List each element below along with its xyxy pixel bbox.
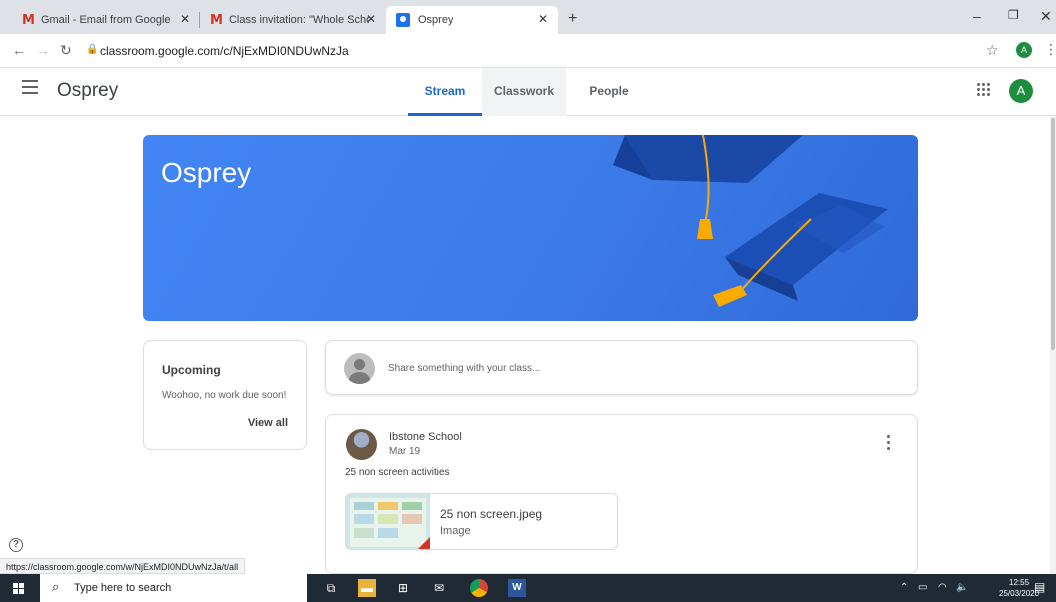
taskbar-search[interactable]: ⌕ Type here to search bbox=[40, 574, 307, 602]
close-tab-icon[interactable]: ✕ bbox=[538, 12, 548, 26]
store-icon[interactable]: ⊞ bbox=[394, 579, 412, 597]
volume-icon[interactable]: 🔈 bbox=[956, 582, 968, 593]
main-menu-icon[interactable] bbox=[22, 80, 38, 98]
scrollbar-thumb[interactable] bbox=[1051, 118, 1055, 350]
class-banner: Osprey bbox=[143, 135, 918, 321]
address-bar-row: ← → ↻ 🔒 classroom.google.com/c/NjExMDI0N… bbox=[0, 34, 1056, 68]
mail-icon[interactable]: ✉ bbox=[430, 579, 448, 597]
windows-taskbar: ⌕ Type here to search ⧉ ▬ ⊞ ✉ W ⌃ ▭ ◠ 🔈 … bbox=[0, 574, 1056, 602]
notifications-icon[interactable]: ▤ bbox=[1034, 580, 1045, 594]
chrome-icon[interactable] bbox=[470, 579, 488, 597]
view-all-link[interactable]: View all bbox=[248, 417, 288, 429]
back-icon[interactable]: ← bbox=[12, 42, 26, 58]
classroom-header: Osprey Stream Classwork People A bbox=[0, 68, 1056, 116]
tab-classwork[interactable]: Classwork bbox=[482, 68, 566, 116]
lock-icon: 🔒 bbox=[86, 44, 99, 55]
share-placeholder: Share something with your class... bbox=[388, 363, 541, 374]
reload-icon[interactable]: ↻ bbox=[60, 42, 72, 59]
close-tab-icon[interactable]: ✕ bbox=[180, 12, 190, 26]
search-icon: ⌕ bbox=[52, 579, 60, 594]
wifi-icon[interactable]: ◠ bbox=[938, 582, 947, 593]
upcoming-heading: Upcoming bbox=[162, 363, 221, 377]
forward-icon[interactable]: → bbox=[36, 42, 50, 58]
post-date: Mar 19 bbox=[389, 446, 421, 457]
taskbar-search-placeholder: Type here to search bbox=[74, 582, 172, 594]
new-tab-button[interactable]: + bbox=[568, 10, 577, 28]
task-view-icon[interactable]: ⧉ bbox=[322, 579, 340, 597]
upcoming-message: Woohoo, no work due soon! bbox=[162, 390, 287, 401]
minimize-icon[interactable]: – bbox=[973, 8, 981, 24]
stream-post: Ibstone School Mar 19 25 non screen acti… bbox=[325, 414, 918, 574]
post-text: 25 non screen activities bbox=[345, 467, 450, 478]
classroom-icon bbox=[396, 13, 410, 27]
author-avatar bbox=[346, 429, 377, 460]
graduation-caps-illustration bbox=[613, 135, 888, 307]
battery-icon[interactable]: ▭ bbox=[918, 582, 927, 593]
close-tab-icon[interactable]: ✕ bbox=[366, 12, 376, 26]
google-apps-icon[interactable] bbox=[977, 83, 990, 96]
restore-icon[interactable]: ❐ bbox=[1008, 8, 1019, 22]
gmail-icon: M bbox=[210, 12, 223, 28]
user-avatar-placeholder bbox=[344, 353, 375, 384]
attachment-thumbnail bbox=[346, 494, 430, 549]
windows-start-icon[interactable] bbox=[13, 583, 24, 594]
share-box[interactable]: Share something with your class... bbox=[325, 340, 918, 395]
upcoming-card: Upcoming Woohoo, no work due soon! View … bbox=[143, 340, 307, 450]
attachment-type: Image bbox=[440, 525, 471, 537]
attachment-name: 25 non screen.jpeg bbox=[440, 507, 543, 521]
tab-stream[interactable]: Stream bbox=[408, 68, 482, 116]
bookmark-star-icon[interactable]: ☆ bbox=[986, 42, 999, 59]
gmail-icon: M bbox=[22, 12, 35, 28]
account-avatar[interactable]: A bbox=[1009, 79, 1033, 103]
banner-title: Osprey bbox=[161, 157, 252, 188]
file-explorer-icon[interactable]: ▬ bbox=[358, 579, 376, 597]
status-url: https://classroom.google.com/w/NjExMDI0N… bbox=[0, 558, 246, 574]
post-options-icon[interactable] bbox=[887, 435, 891, 453]
help-icon[interactable]: ? bbox=[9, 538, 23, 552]
tab-people[interactable]: People bbox=[572, 68, 646, 116]
browser-menu-icon[interactable]: ⋮ bbox=[1044, 41, 1056, 58]
tray-chevron-icon[interactable]: ⌃ bbox=[900, 582, 908, 593]
attachment-card[interactable]: 25 non screen.jpeg Image bbox=[345, 493, 618, 550]
post-author: Ibstone School bbox=[389, 431, 462, 443]
browser-profile-avatar[interactable]: A bbox=[1016, 42, 1032, 58]
class-title[interactable]: Osprey bbox=[57, 80, 118, 102]
close-window-icon[interactable]: ✕ bbox=[1040, 8, 1052, 25]
tab-class-invitation[interactable]: M Class invitation: "Whole School" - ✕ bbox=[200, 6, 386, 34]
browser-tab-strip: M Gmail - Email from Google ✕ M Class in… bbox=[0, 0, 1056, 34]
word-icon[interactable]: W bbox=[508, 579, 526, 597]
url-input[interactable]: classroom.google.com/c/NjExMDI0NDUwNzJa bbox=[100, 44, 349, 58]
tab-osprey[interactable]: Osprey ✕ bbox=[386, 6, 558, 34]
tab-gmail[interactable]: M Gmail - Email from Google ✕ bbox=[12, 6, 200, 34]
